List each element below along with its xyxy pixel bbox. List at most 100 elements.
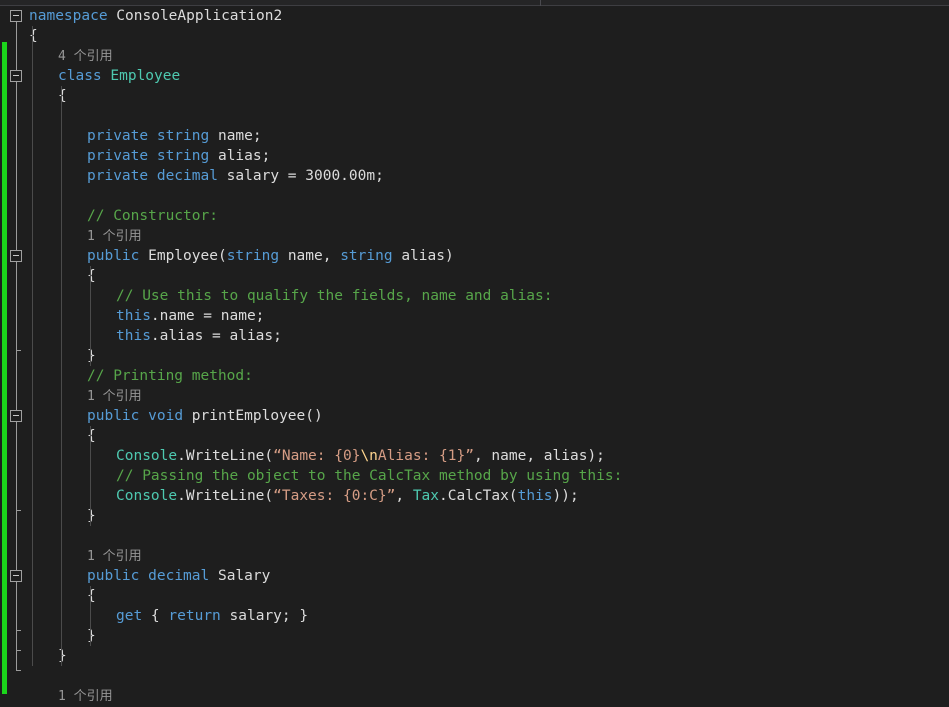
code-line[interactable]: // Constructor:	[0, 206, 949, 226]
code-token-lens: 1 个引用	[87, 549, 142, 564]
code-line[interactable]	[0, 526, 949, 546]
code-token-str: Alias: {1}”	[377, 448, 474, 464]
code-line[interactable]: 1 个引用	[0, 686, 949, 706]
code-token-txt: {	[87, 588, 96, 604]
code-token-txt: }	[87, 628, 96, 644]
code-token-typ: Employee	[110, 68, 181, 84]
code-token-txt: ;	[375, 168, 384, 184]
text-editor-surface[interactable]: namespace ConsoleApplication2 {4 个引用 class…	[0, 6, 949, 704]
code-line[interactable]: {	[0, 266, 949, 286]
code-token-num: 3000.00m	[305, 168, 376, 184]
code-line[interactable]	[0, 106, 949, 126]
indent-guide-salary	[90, 586, 91, 646]
code-token-kw: private	[87, 128, 149, 144]
code-line[interactable]: Console.WriteLine(“Name: {0}\nAlias: {1}…	[0, 446, 949, 466]
code-token-lens: 1 个引用	[58, 689, 113, 704]
code-token-txt: }	[87, 508, 96, 524]
code-token-typ: Tax	[412, 488, 440, 504]
code-token-cmt: // Use this to qualify the fields, name …	[116, 288, 553, 304]
code-token-txt: }	[58, 648, 67, 664]
code-line[interactable]	[0, 186, 949, 206]
code-token-lens: 1 个引用	[87, 389, 142, 404]
code-token-kw: namespace	[29, 8, 108, 24]
code-line[interactable]: {	[0, 426, 949, 446]
code-line[interactable]: }	[0, 506, 949, 526]
code-line[interactable]: // Passing the object to the CalcTax met…	[0, 466, 949, 486]
code-token-cmt: // Constructor:	[87, 208, 218, 224]
code-line[interactable]: 1 个引用	[0, 386, 949, 406]
code-line[interactable]: public Employee(string name, string alia…	[0, 246, 949, 266]
code-line[interactable]: private string name;	[0, 126, 949, 146]
code-token-kw: this	[116, 328, 151, 344]
code-token-txt: Salary	[209, 568, 271, 584]
code-line[interactable]: this.alias = alias;	[0, 326, 949, 346]
code-token-txt: {	[29, 28, 38, 44]
code-line[interactable]: // Use this to qualify the fields, name …	[0, 286, 949, 306]
code-token-esc: \n	[360, 448, 378, 464]
code-token-lens: 1 个引用	[87, 229, 142, 244]
code-token-kw: this	[116, 308, 151, 324]
code-token-txt: salary =	[217, 168, 306, 184]
code-line[interactable]: }	[0, 346, 949, 366]
code-token-str: “Taxes: {0:C}”	[273, 488, 396, 504]
code-token-typ: Console	[116, 448, 178, 464]
code-line[interactable]: 4 个引用	[0, 46, 949, 66]
code-token-txt: .name = name;	[150, 308, 265, 324]
code-editor-window: namespace ConsoleApplication2 {4 个引用 class…	[0, 0, 949, 704]
indent-guide-namespace	[32, 26, 33, 666]
code-token-txt: {	[87, 268, 96, 284]
code-token-txt: , name, alias);	[473, 448, 605, 464]
code-content[interactable]: namespace ConsoleApplication2 {4 个引用 class…	[0, 6, 949, 704]
code-token-lens: 4 个引用	[58, 49, 113, 64]
code-token-kw: string	[156, 128, 210, 144]
code-token-txt: ConsoleApplication2	[107, 8, 283, 24]
code-line[interactable]: get { return salary; }	[0, 606, 949, 626]
code-token-kw: get	[116, 608, 143, 624]
indent-guide-constructor	[90, 266, 91, 366]
code-line[interactable]: {	[0, 86, 949, 106]
code-token-txt: }	[87, 348, 96, 364]
code-token-txt: alias;	[209, 148, 271, 164]
code-token-txt: salary; }	[220, 608, 309, 624]
code-line[interactable]: public decimal Salary	[0, 566, 949, 586]
code-line[interactable]: 1 个引用	[0, 226, 949, 246]
code-token-kw: this	[517, 488, 553, 504]
code-token-txt: .alias = alias;	[150, 328, 282, 344]
indent-guide-class	[61, 86, 62, 666]
code-token-str: “Name: {0}	[273, 448, 361, 464]
code-line[interactable]: 1 个引用	[0, 546, 949, 566]
code-token-txt: printEmployee()	[183, 408, 323, 424]
code-line[interactable]	[0, 666, 949, 686]
code-line[interactable]: private decimal salary = 3000.00m;	[0, 166, 949, 186]
code-token-txt: Employee(	[139, 248, 227, 264]
code-token-kw: public	[87, 408, 140, 424]
code-line[interactable]: this.name = name;	[0, 306, 949, 326]
code-line[interactable]: Console.WriteLine(“Taxes: {0:C}”, Tax.Ca…	[0, 486, 949, 506]
code-token-kw: public	[87, 248, 140, 264]
code-token-txt: name,	[279, 248, 341, 264]
code-line[interactable]: {	[0, 586, 949, 606]
code-token-txt: ,	[395, 488, 413, 504]
code-token-kw: decimal	[148, 568, 210, 584]
code-line[interactable]: public void printEmployee()	[0, 406, 949, 426]
indent-guide-printemployee	[90, 426, 91, 526]
code-token-typ: Console	[116, 488, 178, 504]
code-token-kw: private	[87, 168, 149, 184]
code-token-txt: {	[87, 428, 96, 444]
code-token-txt: name;	[209, 128, 262, 144]
code-line[interactable]: // Printing method:	[0, 366, 949, 386]
code-token-kw: public	[87, 568, 140, 584]
code-token-kw: decimal	[156, 168, 218, 184]
code-token-txt: ));	[552, 488, 579, 504]
code-line[interactable]: class Employee	[0, 66, 949, 86]
code-token-kw: void	[148, 408, 184, 424]
code-line[interactable]: namespace ConsoleApplication2	[0, 6, 949, 26]
code-line[interactable]: private string alias;	[0, 146, 949, 166]
code-line[interactable]: {	[0, 26, 949, 46]
code-line[interactable]: }	[0, 646, 949, 666]
code-line[interactable]: }	[0, 626, 949, 646]
code-token-txt: {	[58, 88, 67, 104]
